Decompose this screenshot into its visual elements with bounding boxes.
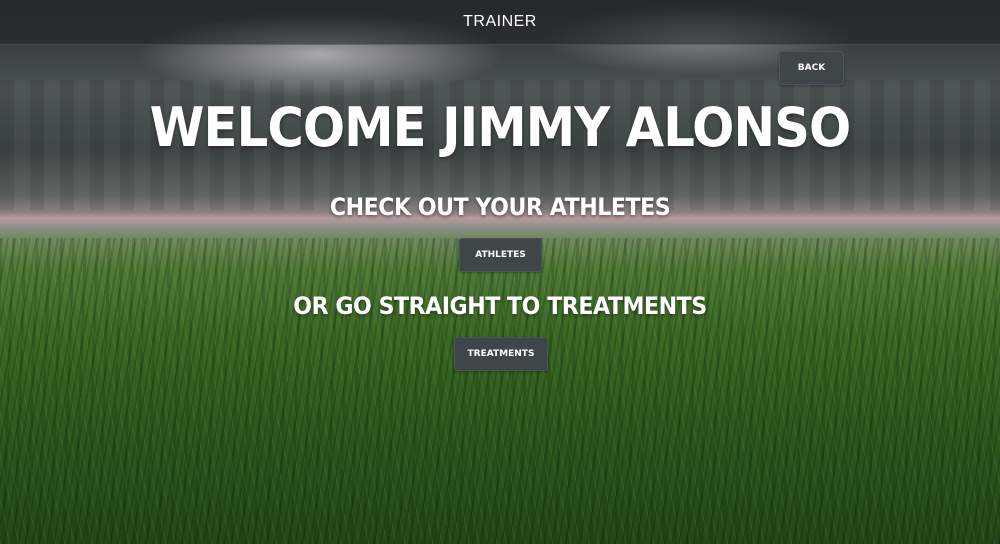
welcome-heading: WELCOME JIMMY ALONSO	[149, 96, 852, 159]
athletes-button[interactable]: ATHLETES	[459, 238, 542, 272]
trainer-page: TRAINER BACK WELCOME JIMMY ALONSO CHECK …	[0, 0, 1000, 544]
grass-background	[0, 238, 1000, 544]
page-title: TRAINER	[463, 13, 537, 30]
back-button[interactable]: BACK	[779, 51, 844, 85]
treatments-prompt: OR GO STRAIGHT TO TREATMENTS	[293, 292, 707, 320]
athletes-prompt: CHECK OUT YOUR ATHLETES	[329, 193, 671, 221]
treatments-button[interactable]: TREATMENTS	[454, 337, 548, 371]
top-bar: TRAINER	[0, 0, 1000, 45]
